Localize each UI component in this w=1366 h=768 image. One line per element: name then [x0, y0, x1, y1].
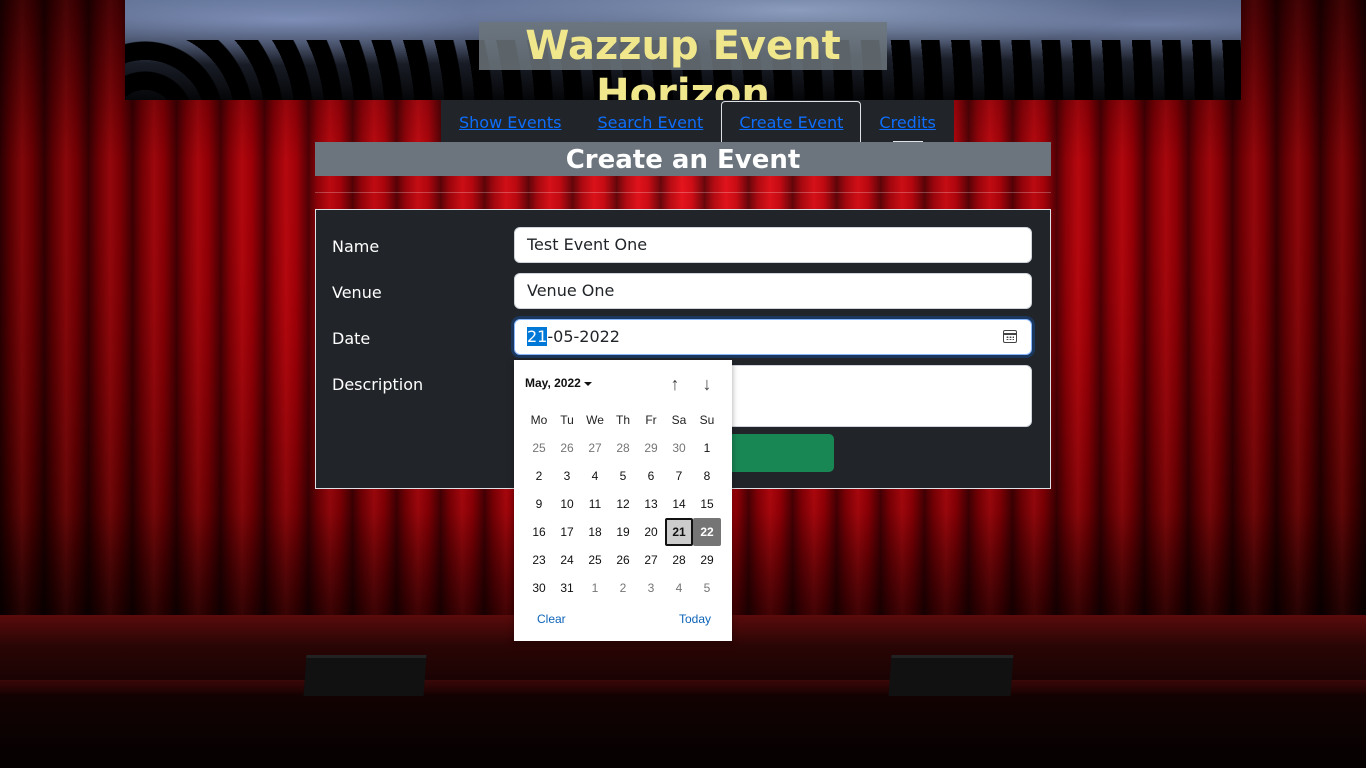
date-picker-popup: May, 2022 ↑ ↓ Mo Tu We Th Fr Sa Su 25 26…	[514, 360, 732, 641]
calendar-day[interactable]: 11	[581, 490, 609, 518]
calendar-week: 2 3 4 5 6 7 8	[525, 462, 721, 490]
calendar-day[interactable]: 15	[693, 490, 721, 518]
month-year-selector[interactable]: May, 2022	[525, 376, 592, 390]
name-input[interactable]: Test Event One	[514, 227, 1032, 263]
name-label: Name	[332, 237, 380, 256]
calendar-day[interactable]: 3	[637, 574, 665, 602]
date-label: Date	[332, 329, 371, 348]
calendar-day[interactable]: 27	[637, 546, 665, 574]
calendar-day[interactable]: 5	[693, 574, 721, 602]
tab-search-event[interactable]: Search Event	[579, 101, 721, 142]
calendar-day[interactable]: 26	[609, 546, 637, 574]
calendar-day[interactable]: 19	[609, 518, 637, 546]
calendar-day[interactable]: 23	[525, 546, 553, 574]
venue-input[interactable]: Venue One	[514, 273, 1032, 309]
tab-show-events[interactable]: Show Events	[441, 101, 579, 142]
calendar-week: 16 17 18 19 20 21 22	[525, 518, 721, 546]
calendar-day-selected[interactable]: 21	[665, 518, 693, 546]
calendar-day[interactable]: 16	[525, 518, 553, 546]
calendar-day[interactable]: 31	[553, 574, 581, 602]
calendar-day[interactable]: 2	[525, 462, 553, 490]
calendar-day[interactable]: 5	[609, 462, 637, 490]
venue-label: Venue	[332, 283, 382, 302]
weekday-label: Sa	[671, 413, 687, 427]
calendar-week: 23 24 25 26 27 28 29	[525, 546, 721, 574]
weekday-label: Fr	[645, 413, 657, 427]
weekday-label: Tu	[560, 413, 574, 427]
calendar-day[interactable]: 6	[637, 462, 665, 490]
calendar-day[interactable]: 24	[553, 546, 581, 574]
calendar-day[interactable]: 17	[553, 518, 581, 546]
calendar-week: 9 10 11 12 13 14 15	[525, 490, 721, 518]
calendar-day[interactable]: 18	[581, 518, 609, 546]
calendar-day[interactable]: 28	[609, 434, 637, 462]
site-title: Wazzup Event Horizon	[479, 22, 887, 117]
previous-month-arrow-icon[interactable]: ↑	[665, 374, 685, 394]
weekday-label: Th	[615, 413, 630, 427]
tab-credits[interactable]: Credits	[861, 101, 953, 142]
calendar-day[interactable]: 30	[665, 434, 693, 462]
calendar-day[interactable]: 26	[553, 434, 581, 462]
calendar-day[interactable]: 27	[581, 434, 609, 462]
weekday-label: We	[586, 413, 604, 427]
calendar-day-today[interactable]: 22	[693, 518, 721, 546]
weekday-label: Mo	[530, 413, 548, 427]
calendar-day[interactable]: 29	[637, 434, 665, 462]
weekday-label: Su	[699, 413, 715, 427]
calendar-icon[interactable]	[1003, 330, 1017, 343]
weekday-header-row: Mo Tu We Th Fr Sa Su	[525, 406, 721, 434]
clear-date-button[interactable]: Clear	[537, 612, 566, 626]
calendar-day[interactable]: 25	[525, 434, 553, 462]
date-input[interactable]: 21-05-2022	[514, 319, 1032, 355]
calendar-day[interactable]: 4	[581, 462, 609, 490]
calendar-day[interactable]: 29	[693, 546, 721, 574]
date-rest-segment[interactable]: -05-2022	[547, 327, 620, 346]
calendar-week: 30 31 1 2 3 4 5	[525, 574, 721, 602]
calendar-day[interactable]: 25	[581, 546, 609, 574]
calendar-grid: Mo Tu We Th Fr Sa Su 25 26 27 28 29 30 1…	[525, 406, 721, 602]
tab-create-event[interactable]: Create Event	[721, 101, 862, 142]
today-button[interactable]: Today	[679, 612, 711, 626]
calendar-day[interactable]: 7	[665, 462, 693, 490]
calendar-day[interactable]: 1	[693, 434, 721, 462]
stage-monitor	[888, 655, 1014, 696]
calendar-day[interactable]: 2	[609, 574, 637, 602]
page-title: Create an Event	[315, 142, 1051, 176]
calendar-day[interactable]: 14	[665, 490, 693, 518]
description-label: Description	[332, 375, 424, 394]
calendar-day[interactable]: 20	[637, 518, 665, 546]
date-day-segment[interactable]: 21	[527, 327, 548, 346]
calendar-day[interactable]: 8	[693, 462, 721, 490]
calendar-day[interactable]: 1	[581, 574, 609, 602]
calendar-day[interactable]: 28	[665, 546, 693, 574]
calendar-day[interactable]: 13	[637, 490, 665, 518]
caret-down-icon[interactable]	[583, 381, 592, 386]
next-month-arrow-icon[interactable]: ↓	[697, 374, 717, 394]
main-nav: Show Events Search Event Create Event Cr…	[441, 100, 954, 142]
calendar-day[interactable]: 4	[665, 574, 693, 602]
divider	[315, 192, 1051, 193]
stage-monitor	[303, 655, 427, 696]
calendar-day[interactable]: 3	[553, 462, 581, 490]
calendar-day[interactable]: 30	[525, 574, 553, 602]
calendar-week: 25 26 27 28 29 30 1	[525, 434, 721, 462]
calendar-day[interactable]: 10	[553, 490, 581, 518]
calendar-day[interactable]: 12	[609, 490, 637, 518]
calendar-day[interactable]: 9	[525, 490, 553, 518]
